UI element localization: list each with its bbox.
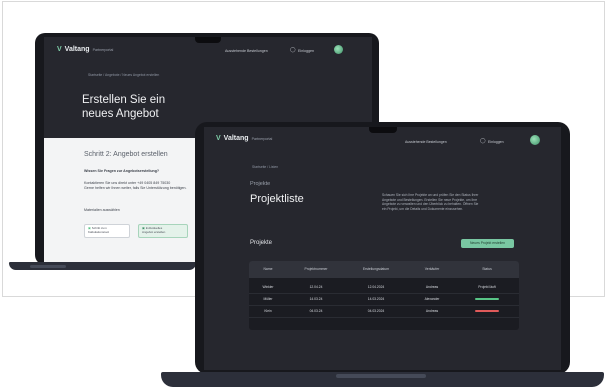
laptop-front-screen: V Valtang Partnerportal Ausstehende Best… [204,127,561,370]
page-description: Schauen Sie sich Ihre Projekte an und pr… [382,193,478,211]
table-row[interactable]: Klein 04.03.24 04.03.2024 Andreas [249,305,519,318]
calculator-button[interactable]: ▣ Schritt zum Kalkulationstool [84,224,130,238]
nav-orders-link[interactable]: Ausstehende Bestellungen [405,140,447,144]
laptop-back-base-lip [30,265,66,268]
panel-title: Schritt 2: Angebot erstellen [84,151,168,158]
brand-name: Valtang [64,46,90,53]
cell-status: Projekt läuft [478,285,496,289]
page-eyebrow: Projekte [250,181,271,187]
brand-logo[interactable]: V Valtang Partnerportal [57,46,113,53]
brand-sub: Partnerportal [92,47,114,52]
cell-seller: Andreas [425,285,439,289]
brand-name: Valtang [223,135,249,142]
avatar[interactable] [334,45,343,54]
panel-select-label: Materialien auswählen [84,208,120,212]
custom-offer-button-line2: Angebot erstellen [142,229,166,234]
brand-logo[interactable]: V Valtang Partnerportal [216,135,272,142]
page-title: Projektliste [250,193,304,205]
cell-seller: Andreas [425,309,439,313]
description-line: Schauen Sie sich Ihre Projekte an und pr… [382,193,479,197]
nav-user-icon[interactable]: ◯ [290,47,296,53]
laptop-front-base-lip [336,374,426,378]
column-header-date[interactable]: Erstellungsdatum [345,267,407,271]
brand-mark-icon: V [216,135,221,142]
description-line: ein Projekt, um die Details und Dokument… [382,206,464,211]
status-indicator [475,298,499,300]
cell-date: 14.03.2024 [367,297,385,301]
nav-login-link[interactable]: Einloggen [298,49,314,53]
custom-offer-button[interactable]: ▣ Individuelles Angebot erstellen [138,224,188,238]
column-header-name[interactable]: Name [253,267,283,271]
nav-login-link[interactable]: Einloggen [488,140,504,144]
camera-notch [369,127,397,133]
status-indicator [475,310,499,312]
new-project-button[interactable]: Neues Projekt erstellen [461,239,514,248]
table-header: Name Projektnummer Erstellungsdatum Verk… [249,261,519,278]
breadcrumb[interactable]: Startseite / Listen [252,165,278,169]
cell-name: Klein [264,309,272,313]
cell-seller: Alexander [424,297,440,301]
camera-notch [195,37,221,43]
calculator-button-line2: Kalkulationstool [88,229,110,234]
brand-sub: Partnerportal [251,136,273,141]
page-title-line2: neues Angebot [82,108,159,120]
column-header-status[interactable]: Status [461,267,513,271]
column-header-seller[interactable]: Verkäufer [409,267,455,271]
cell-number: 04.03.24 [309,309,323,313]
panel-question: Wissen Sie Fragen zur Angebotserstellung… [84,169,160,173]
panel-info-line1: Kontaktieren Sie uns direkt unter +49 04… [84,181,171,185]
page-title-line1: Erstellen Sie ein [82,94,166,106]
column-header-number[interactable]: Projektnummer [293,267,339,271]
panel-info-line2: Gerne helfen wir Ihnen weiter, falls Sie… [84,186,187,190]
nav-orders-link[interactable]: Ausstehende Bestellungen [225,49,268,53]
cell-name: Winkler [262,285,274,289]
cell-number: 12.04.24 [309,285,323,289]
nav-user-icon[interactable]: ◯ [480,138,486,144]
cell-number: 14.03.24 [309,297,323,301]
brand-mark-icon: V [57,46,62,53]
section-title: Projekte [250,240,273,246]
cell-date: 04.03.2024 [367,309,385,313]
cell-name: Müller [263,297,273,301]
breadcrumb[interactable]: Startseite / Angebote / Neues Angebot er… [88,73,159,77]
avatar[interactable] [530,135,540,145]
cell-date: 12.04.2024 [367,285,385,289]
projects-table: Name Projektnummer Erstellungsdatum Verk… [249,261,519,330]
